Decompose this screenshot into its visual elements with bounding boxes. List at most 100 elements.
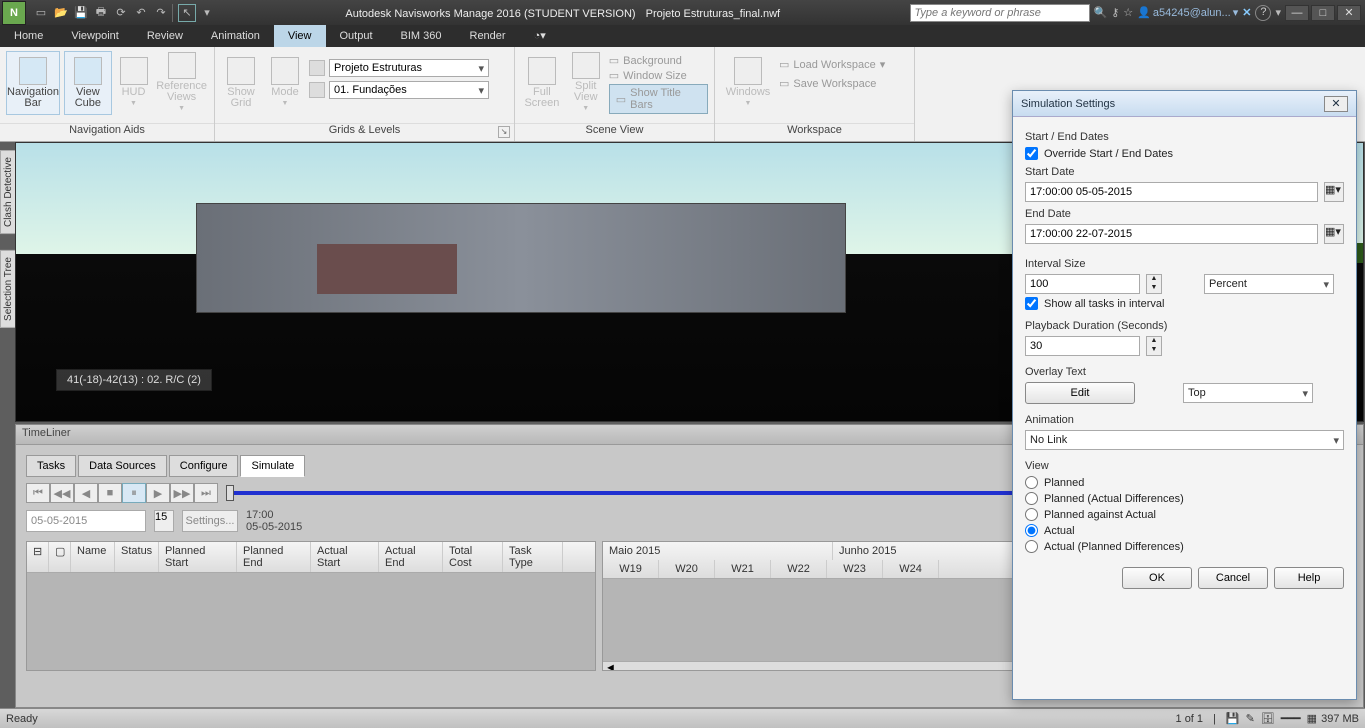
save-workspace-button[interactable]: ▭Save Workspace [779, 77, 885, 90]
load-workspace-button[interactable]: ▭Load Workspace ▾ [779, 58, 885, 71]
col-actual-start[interactable]: Actual Start [311, 542, 379, 572]
expander-icon[interactable]: ↘ [498, 126, 510, 138]
tab-output[interactable]: Output [326, 25, 387, 47]
show-all-tasks-checkbox[interactable] [1025, 297, 1038, 310]
tab-bim360[interactable]: BIM 360 [387, 25, 456, 47]
tab-viewpoint[interactable]: Viewpoint [57, 25, 133, 47]
tab-extras-icon[interactable]: ◔▾ [520, 25, 560, 47]
split-view-button[interactable]: Split View▼ [567, 51, 605, 115]
start-date-input[interactable] [1025, 182, 1318, 202]
interval-input[interactable] [1025, 274, 1140, 294]
app-icon[interactable]: N [2, 1, 26, 25]
help-icon[interactable]: ? [1255, 5, 1271, 21]
binoculars-icon[interactable]: 🔍 [1094, 6, 1108, 19]
tab-review[interactable]: Review [133, 25, 197, 47]
rewind-end-button[interactable]: ⏭ [194, 483, 218, 503]
view-actual-radio[interactable] [1025, 524, 1038, 537]
col-expand[interactable]: ⊟ [27, 542, 49, 572]
star-icon[interactable]: ☆ [1123, 6, 1133, 19]
col-total-cost[interactable]: Total Cost [443, 542, 503, 572]
ok-button[interactable]: OK [1122, 567, 1192, 589]
playback-spinner[interactable]: ▲▼ [1146, 336, 1162, 356]
tab-configure[interactable]: Configure [169, 455, 239, 477]
view-actual-diff-radio[interactable] [1025, 540, 1038, 553]
search-input[interactable] [910, 4, 1090, 22]
view-cube-button[interactable]: View Cube [64, 51, 112, 115]
redo-icon[interactable]: ↷ [152, 4, 170, 22]
navigation-bar-button[interactable]: Navigation Bar [6, 51, 60, 115]
key-icon[interactable]: ⚷ [1111, 6, 1119, 19]
reference-views-button[interactable]: Reference Views▼ [155, 51, 208, 115]
cancel-button[interactable]: Cancel [1198, 567, 1268, 589]
print-icon[interactable]: 🖶 [92, 4, 110, 22]
week: W23 [827, 560, 883, 578]
col-task-type[interactable]: Task Type [503, 542, 563, 572]
animation-dropdown[interactable]: No Link [1025, 430, 1344, 450]
end-date-picker-button[interactable]: ▦▾ [1324, 224, 1344, 244]
overlay-position-dropdown[interactable]: Top [1183, 383, 1313, 403]
stop-button[interactable]: ■ [98, 483, 122, 503]
simulation-date-input[interactable] [26, 510, 146, 532]
tab-simulate[interactable]: Simulate [240, 455, 305, 477]
tab-animation[interactable]: Animation [197, 25, 274, 47]
show-title-bars-option[interactable]: ▭Show Title Bars [609, 84, 708, 114]
calendar-button[interactable]: 15 [154, 510, 174, 532]
rewind-start-button[interactable]: ⏮ [26, 483, 50, 503]
help-dropdown-icon[interactable]: ▾ [1275, 6, 1281, 19]
tab-render[interactable]: Render [456, 25, 520, 47]
full-screen-button[interactable]: Full Screen [521, 51, 563, 115]
mode-button[interactable]: Mode▼ [265, 51, 305, 115]
col-planned-start[interactable]: Planned Start [159, 542, 237, 572]
end-date-input[interactable] [1025, 224, 1318, 244]
override-dates-checkbox[interactable] [1025, 147, 1038, 160]
dialog-close-button[interactable]: ✕ [1324, 96, 1348, 112]
interval-unit-dropdown[interactable]: Percent [1204, 274, 1334, 294]
user-badge[interactable]: 👤 a54245@alun... ▾ [1137, 6, 1238, 19]
qat-dropdown-icon[interactable]: ▾ [198, 4, 216, 22]
playback-duration-input[interactable] [1025, 336, 1140, 356]
col-flag[interactable]: ▢ [49, 542, 71, 572]
undo-icon[interactable]: ↶ [132, 4, 150, 22]
tab-home[interactable]: Home [0, 25, 57, 47]
show-grid-button[interactable]: Show Grid [221, 51, 261, 115]
view-planned-radio[interactable] [1025, 476, 1038, 489]
tab-view[interactable]: View [274, 25, 326, 47]
hud-button[interactable]: HUD▼ [116, 51, 151, 115]
pause-button[interactable]: ⏸ [122, 483, 146, 503]
level-dropdown[interactable]: 01. Fundações [329, 81, 489, 99]
window-size-option[interactable]: ▭Window Size [609, 69, 708, 82]
project-dropdown[interactable]: Projeto Estruturas [329, 59, 489, 77]
save-icon[interactable]: 💾 [72, 4, 90, 22]
tab-data-sources[interactable]: Data Sources [78, 455, 167, 477]
dialog-titlebar[interactable]: Simulation Settings ✕ [1013, 91, 1356, 117]
step-fwd-button[interactable]: ▶▶ [170, 483, 194, 503]
play-button[interactable]: ▶ [146, 483, 170, 503]
step-back-button[interactable]: ◀◀ [50, 483, 74, 503]
col-name[interactable]: Name [71, 542, 115, 572]
edit-button[interactable]: Edit [1025, 382, 1135, 404]
col-status[interactable]: Status [115, 542, 159, 572]
minimize-button[interactable]: — [1285, 5, 1309, 21]
refresh-icon[interactable]: ⟳ [112, 4, 130, 22]
start-date-picker-button[interactable]: ▦▾ [1324, 182, 1344, 202]
settings-button[interactable]: Settings... [182, 510, 238, 532]
exchange-icon[interactable]: ✕ [1242, 6, 1251, 19]
select-icon[interactable]: ↖ [178, 4, 196, 22]
maximize-button[interactable]: □ [1311, 5, 1335, 21]
file-icon [309, 60, 325, 76]
col-actual-end[interactable]: Actual End [379, 542, 443, 572]
view-planned-vs-actual-radio[interactable] [1025, 508, 1038, 521]
interval-spinner[interactable]: ▲▼ [1146, 274, 1162, 294]
tab-tasks[interactable]: Tasks [26, 455, 76, 477]
new-icon[interactable]: ▭ [32, 4, 50, 22]
help-button[interactable]: Help [1274, 567, 1344, 589]
play-back-button[interactable]: ◀ [74, 483, 98, 503]
close-button[interactable]: ✕ [1337, 5, 1361, 21]
open-icon[interactable]: 📂 [52, 4, 70, 22]
task-grid[interactable]: ⊟ ▢ Name Status Planned Start Planned En… [26, 541, 596, 671]
slider-thumb[interactable] [226, 485, 234, 501]
windows-button[interactable]: Windows▼ [721, 51, 775, 115]
background-option[interactable]: ▭Background [609, 54, 708, 67]
view-planned-diff-radio[interactable] [1025, 492, 1038, 505]
col-planned-end[interactable]: Planned End [237, 542, 311, 572]
